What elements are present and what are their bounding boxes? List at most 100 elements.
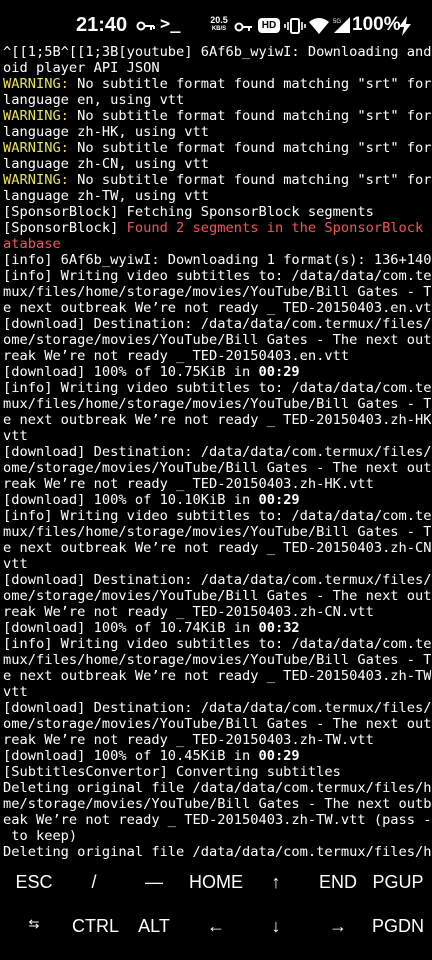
network-speed: 20.5 KB/S: [208, 16, 230, 33]
terminal-line: reak We’re not ready _ TED-20150403.zh-T…: [3, 732, 431, 748]
battery-level: 100%: [352, 14, 401, 35]
terminal-text: e next outbreak We’re not ready _ TED-20…: [3, 540, 431, 556]
terminal-line: vtt: [3, 556, 431, 572]
terminal-text: Deleting original file /data/data/com.te…: [3, 780, 431, 796]
svg-text:5G: 5G: [333, 19, 341, 25]
terminal-text: ome/storage/movies/YouTube/Bill Gates - …: [3, 332, 431, 348]
terminal-text: vtt: [3, 684, 28, 700]
charging-icon: [399, 16, 411, 36]
terminal-text: No subtitle format found matching "srt" …: [68, 140, 431, 156]
terminal-text: [info] Writing video subtitles to: /data…: [3, 508, 431, 524]
terminal-text: reak We’re not ready _ TED-20150403.zh-T…: [3, 732, 374, 748]
terminal-line: [download] 100% of 10.75KiB in 00:29: [3, 364, 431, 380]
terminal-line: mux/files/home/storage/movies/YouTube/Bi…: [3, 396, 431, 412]
key-tab[interactable]: ⇆: [6, 916, 62, 960]
terminal-text: mux/files/home/storage/movies/YouTube/Bi…: [3, 396, 431, 412]
terminal-line: reak We’re not ready _ TED-20150403.en.v…: [3, 348, 431, 364]
terminal-line: atabase: [3, 236, 431, 252]
terminal-line: language zh-HK, using vtt: [3, 124, 431, 140]
network-speed-value: 20.5: [210, 15, 228, 25]
key-dash[interactable]: —: [132, 872, 176, 916]
terminal-text: [info] Writing video subtitles to: /data…: [3, 268, 431, 284]
terminal-text: 00:29: [258, 492, 300, 508]
terminal-line: ome/storage/movies/YouTube/Bill Gates - …: [3, 332, 431, 348]
wifi-icon: [309, 18, 329, 34]
hd-voice-icon: HD: [258, 18, 280, 33]
terminal-line: language zh-TW, using vtt: [3, 188, 431, 204]
terminal-text: [download] Destination: /data/data/com.t…: [3, 700, 431, 716]
key-home[interactable]: HOME: [181, 872, 251, 916]
terminal-line: ome/storage/movies/YouTube/Bill Gates - …: [3, 716, 431, 732]
terminal-line: mux/files/home/storage/movies/YouTube/Bi…: [3, 284, 431, 300]
key-up-arrow[interactable]: ↑: [254, 872, 298, 916]
terminal-text: [download] 100% of 10.75KiB in: [3, 364, 259, 380]
terminal-text: e next outbreak We’re not ready _ TED-20…: [3, 412, 431, 428]
terminal-text: atabase: [3, 236, 61, 252]
terminal-text: vtt: [3, 428, 28, 444]
key-right-arrow[interactable]: →: [310, 916, 366, 960]
terminal-line: WARNING: No subtitle format found matchi…: [3, 172, 431, 188]
terminal-text: reak We’re not ready _ TED-20150403.en.v…: [3, 348, 350, 364]
terminal-text: [info] 6Af6b_wyiwI: Downloading 1 format…: [3, 252, 431, 268]
terminal-text: language zh-TW, using vtt: [3, 188, 210, 204]
terminal-line: [download] 100% of 10.45KiB in 00:29: [3, 748, 431, 764]
terminal-line: language zh-CN, using vtt: [3, 156, 431, 172]
terminal-line: eak We’re not ready _ TED-20150403.zh-TW…: [3, 812, 431, 828]
terminal-line: to keep): [3, 828, 431, 844]
terminal-text: WARNING:: [3, 108, 69, 124]
terminal-text: WARNING:: [3, 172, 69, 188]
terminal-text: [download] 100% of 10.45KiB in: [3, 748, 259, 764]
terminal-text: WARNING:: [3, 76, 69, 92]
terminal-line: e next outbreak We’re not ready _ TED-20…: [3, 540, 431, 556]
terminal-text: [info] Writing video subtitles to: /data…: [3, 636, 431, 652]
key-pgdn[interactable]: PGDN: [368, 916, 428, 960]
terminal-line: me/storage/movies/YouTube/Bill Gates - T…: [3, 796, 431, 812]
terminal-line: [download] Destination: /data/data/com.t…: [3, 444, 431, 460]
terminal-line: vtt: [3, 428, 431, 444]
terminal-line: WARNING: No subtitle format found matchi…: [3, 140, 431, 156]
terminal-text: mux/files/home/storage/movies/YouTube/Bi…: [3, 284, 431, 300]
terminal-line: mux/files/home/storage/movies/YouTube/Bi…: [3, 524, 431, 540]
terminal-line: [SponsorBlock] Found 2 segments in the S…: [3, 220, 431, 236]
terminal-line: [download] 100% of 10.74KiB in 00:32: [3, 620, 431, 636]
terminal-output[interactable]: ^[[1;5B^[[1;3B[youtube] 6Af6b_wyiwI: Dow…: [3, 44, 431, 864]
key-down-arrow[interactable]: ↓: [254, 916, 298, 960]
terminal-text: [SubtitlesConvertor] Converting subtitle…: [3, 764, 341, 780]
terminal-line: WARNING: No subtitle format found matchi…: [3, 76, 431, 92]
terminal-line: ^[[1;5B^[[1;3B[youtube] 6Af6b_wyiwI: Dow…: [3, 44, 431, 60]
vibrate-icon: [284, 18, 306, 34]
terminal-text: [SponsorBlock] Fetching SponsorBlock seg…: [3, 204, 374, 220]
key-end[interactable]: END: [310, 872, 366, 916]
terminal-line: [info] Writing video subtitles to: /data…: [3, 380, 431, 396]
key-alt[interactable]: ALT: [132, 916, 176, 960]
clock: 21:40: [76, 14, 128, 36]
terminal-text: to keep): [3, 828, 78, 844]
terminal-text: [download] Destination: /data/data/com.t…: [3, 316, 431, 332]
terminal-line: Deleting original file /data/data/com.te…: [3, 844, 431, 860]
terminal-text: 00:32: [258, 620, 300, 636]
terminal-text: No subtitle format found matching "srt" …: [68, 108, 431, 124]
extra-keys-bar: ESC / — HOME ↑ END PGUP ⇆ CTRL ALT ← ↓ → PGDN: [0, 872, 432, 960]
key-slash[interactable]: /: [72, 872, 116, 916]
terminal-text: e next outbreak We’re not ready _ TED-20…: [3, 668, 431, 684]
terminal-text: language zh-HK, using vtt: [3, 124, 210, 140]
key-pgup[interactable]: PGUP: [368, 872, 428, 916]
terminal-text: [download] 100% of 10.74KiB in: [3, 620, 259, 636]
terminal-text: reak We’re not ready _ TED-20150403.zh-C…: [3, 604, 374, 620]
key-ctrl[interactable]: CTRL: [72, 916, 119, 960]
terminal-text: WARNING:: [3, 140, 69, 156]
terminal-text: 00:29: [258, 364, 300, 380]
terminal-line: e next outbreak We’re not ready _ TED-20…: [3, 668, 431, 684]
terminal-text: [SponsorBlock]: [3, 220, 127, 236]
terminal-text: 00:29: [258, 748, 300, 764]
terminal-line: [download] 100% of 10.10KiB in 00:29: [3, 492, 431, 508]
terminal-prompt-icon: >_: [160, 14, 181, 34]
terminal-line: e next outbreak We’re not ready _ TED-20…: [3, 300, 431, 316]
terminal-line: e next outbreak We’re not ready _ TED-20…: [3, 412, 431, 428]
key-esc[interactable]: ESC: [6, 872, 62, 916]
terminal-line: vtt: [3, 684, 431, 700]
key-left-arrow[interactable]: ←: [181, 916, 251, 960]
terminal-text: language en, using vtt: [3, 92, 185, 108]
terminal-line: [download] Destination: /data/data/com.t…: [3, 572, 431, 588]
terminal-line: oid player API JSON: [3, 60, 431, 76]
